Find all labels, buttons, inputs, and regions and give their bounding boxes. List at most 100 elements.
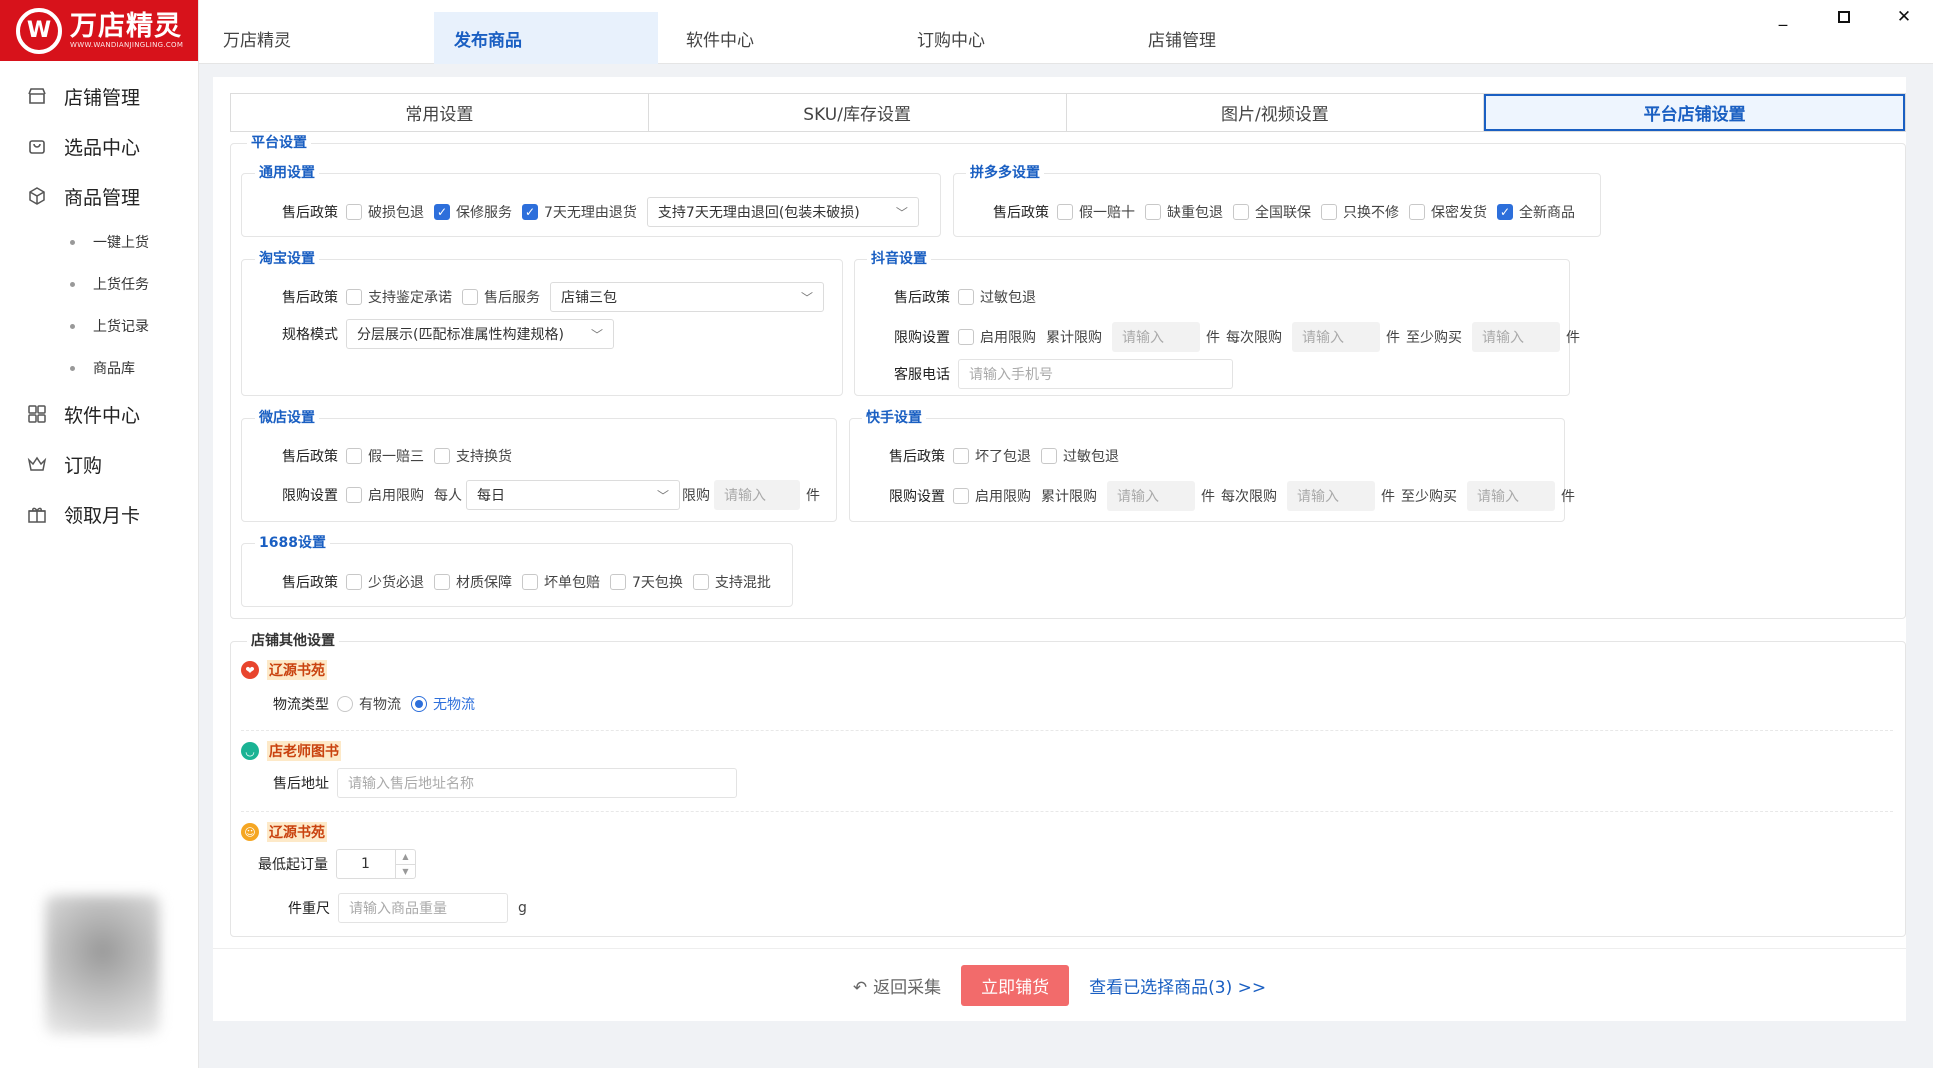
shop-name: 店老师图书 <box>267 741 341 761</box>
checkbox-label: 全新商品 <box>1519 205 1575 221</box>
radio-has-logistics[interactable] <box>337 696 353 712</box>
checkbox-label: 少货必退 <box>368 575 424 591</box>
min-buy-input[interactable]: 请输入 <box>1472 322 1560 352</box>
each-limit-input[interactable]: 请输入 <box>1292 322 1380 352</box>
sidebar-item-software[interactable]: 软件中心 <box>0 389 198 439</box>
checkbox-confidential-ship[interactable] <box>1409 204 1425 220</box>
checkbox-fake-compensate[interactable] <box>1057 204 1073 220</box>
close-button[interactable]: ✕ <box>1889 2 1919 32</box>
sidebar-nav: 店铺管理 选品中心 商品管理 一键上货 上货任务 上货记录 商品库 软件中心 订… <box>0 71 198 539</box>
other-settings-legend: 店铺其他设置 <box>247 632 339 650</box>
sidebar-item-order[interactable]: 订购 <box>0 439 198 489</box>
topnav-item-order[interactable]: 订购中心 <box>917 12 1037 64</box>
checkbox-warranty[interactable]: ✓ <box>434 204 450 220</box>
sidebar-item-store[interactable]: 店铺管理 <box>0 71 198 121</box>
sidebar-subitem-records[interactable]: 上货记录 <box>0 305 198 347</box>
unit-label: 件 <box>1206 330 1220 346</box>
sidebar-subitem-library[interactable]: 商品库 <box>0 347 198 389</box>
checkbox-label: 7天无理由退货 <box>544 205 637 221</box>
logo-title: 万店精灵 <box>70 10 182 42</box>
checkbox-7day-exchange[interactable] <box>610 574 626 590</box>
unit-label: 件 <box>1381 489 1395 505</box>
checkbox-allergy-refund[interactable] <box>958 289 974 305</box>
total-limit-label: 累计限购 <box>1041 489 1097 505</box>
chevron-down-icon: ﹀ <box>895 205 908 220</box>
select-value: 支持7天无理由退回(包装未破损) <box>657 205 860 221</box>
limit-label: 限购设置 <box>894 330 950 346</box>
increment-icon[interactable]: ▲ <box>396 850 415 865</box>
tab-common[interactable]: 常用设置 <box>231 94 649 131</box>
spec-mode-label: 规格模式 <box>282 327 338 343</box>
checkbox-weight-refund[interactable] <box>1145 204 1161 220</box>
tab-sku-stock[interactable]: SKU/库存设置 <box>648 94 1067 131</box>
checkbox-enable-limit[interactable] <box>958 329 974 345</box>
total-limit-input[interactable]: 请输入 <box>1112 322 1200 352</box>
checkbox-broken-return[interactable] <box>953 448 969 464</box>
tab-platform-store[interactable]: 平台店铺设置 <box>1484 94 1905 131</box>
address-input[interactable]: 请输入售后地址名称 <box>337 768 737 798</box>
divider <box>241 730 1893 731</box>
minimize-button[interactable]: _ <box>1768 2 1798 32</box>
per-person-label: 每人 <box>434 488 462 504</box>
minimize-icon: _ <box>1778 7 1788 27</box>
decrement-icon[interactable]: ▼ <box>396 865 415 879</box>
checkbox-bad-order[interactable] <box>522 574 538 590</box>
submit-button[interactable]: 立即铺货 <box>961 964 1070 1006</box>
min-buy-input[interactable]: 请输入 <box>1467 481 1555 511</box>
min-buy-label: 至少购买 <box>1406 330 1462 346</box>
back-button[interactable]: ↶ 返回采集 <box>853 973 941 998</box>
shop-logo-icon: ◡ <box>241 742 259 760</box>
view-selected-link[interactable]: 查看已选择商品(3) >> <box>1089 973 1266 998</box>
phone-input[interactable]: 请输入手机号 <box>958 359 1233 389</box>
radio-no-logistics[interactable] <box>411 696 427 712</box>
checkbox-appraisal[interactable] <box>346 289 362 305</box>
checkbox-fake-three[interactable] <box>346 448 362 464</box>
douyin-phone-row: 客服电话 请输入手机号 <box>894 359 1233 389</box>
checkbox-allergy-refund[interactable] <box>1041 448 1057 464</box>
checkbox-broken-refund[interactable] <box>346 204 362 220</box>
sidebar-item-selection[interactable]: 选品中心 <box>0 121 198 171</box>
taobao-service-select[interactable]: 店铺三包 ﹀ <box>550 282 824 312</box>
topnav-item-home[interactable]: 万店精灵 <box>223 12 343 64</box>
checkbox-label: 缺重包退 <box>1167 205 1223 221</box>
topnav-item-software[interactable]: 软件中心 <box>686 12 806 64</box>
chevron-down-icon: ﹀ <box>656 488 669 503</box>
sidebar-subitem-one-click[interactable]: 一键上货 <box>0 221 198 263</box>
checkbox-exchange[interactable] <box>434 448 450 464</box>
total-limit-input[interactable]: 请输入 <box>1107 481 1195 511</box>
radio-label: 有物流 <box>359 697 401 713</box>
spec-mode-select[interactable]: 分层展示(匹配标准属性构建规格) ﹀ <box>346 319 614 349</box>
radio-label: 无物流 <box>433 697 475 713</box>
limit-period-select[interactable]: 每日 ﹀ <box>466 480 680 510</box>
shop-header-2: ◡ 店老师图书 <box>241 741 341 761</box>
checkbox-label: 破损包退 <box>368 205 424 221</box>
checkbox-brand-new[interactable]: ✓ <box>1497 204 1513 220</box>
checkbox-replace-only[interactable] <box>1321 204 1337 220</box>
return-policy-select[interactable]: 支持7天无理由退回(包装未破损) ﹀ <box>646 197 919 227</box>
unit-label: 件 <box>1386 330 1400 346</box>
maximize-button[interactable] <box>1829 2 1859 32</box>
stepper-value[interactable]: 1 <box>337 850 395 878</box>
tab-image-video[interactable]: 图片/视频设置 <box>1066 94 1485 131</box>
checkbox-material[interactable] <box>434 574 450 590</box>
checkbox-after-sale-service[interactable] <box>462 289 478 305</box>
sidebar-subitem-tasks[interactable]: 上货任务 <box>0 263 198 305</box>
checkbox-short-refund[interactable] <box>346 574 362 590</box>
weight-input[interactable]: 请输入商品重量 <box>338 893 508 923</box>
checkbox-enable-limit[interactable] <box>953 488 969 504</box>
sidebar-item-monthly-card[interactable]: 领取月卡 <box>0 489 198 539</box>
min-order-stepper[interactable]: 1 ▲ ▼ <box>336 849 416 879</box>
each-limit-input[interactable]: 请输入 <box>1287 481 1375 511</box>
unit-label: 件 <box>1561 489 1575 505</box>
checkbox-national-warranty[interactable] <box>1233 204 1249 220</box>
limit-qty-input[interactable]: 请输入 <box>714 480 800 510</box>
bag-icon <box>26 135 48 157</box>
checkbox-enable-limit[interactable] <box>346 487 362 503</box>
topnav-item-publish[interactable]: 发布商品 <box>434 12 658 64</box>
after-sale-label: 售后政策 <box>282 575 338 591</box>
logo: W 万店精灵 WWW.WANDIANJINGLING.COM <box>0 0 198 61</box>
checkbox-7day-return[interactable]: ✓ <box>522 204 538 220</box>
sidebar-item-products[interactable]: 商品管理 <box>0 171 198 221</box>
checkbox-mixed-batch[interactable] <box>692 574 709 590</box>
topnav-item-store[interactable]: 店铺管理 <box>1148 12 1268 64</box>
